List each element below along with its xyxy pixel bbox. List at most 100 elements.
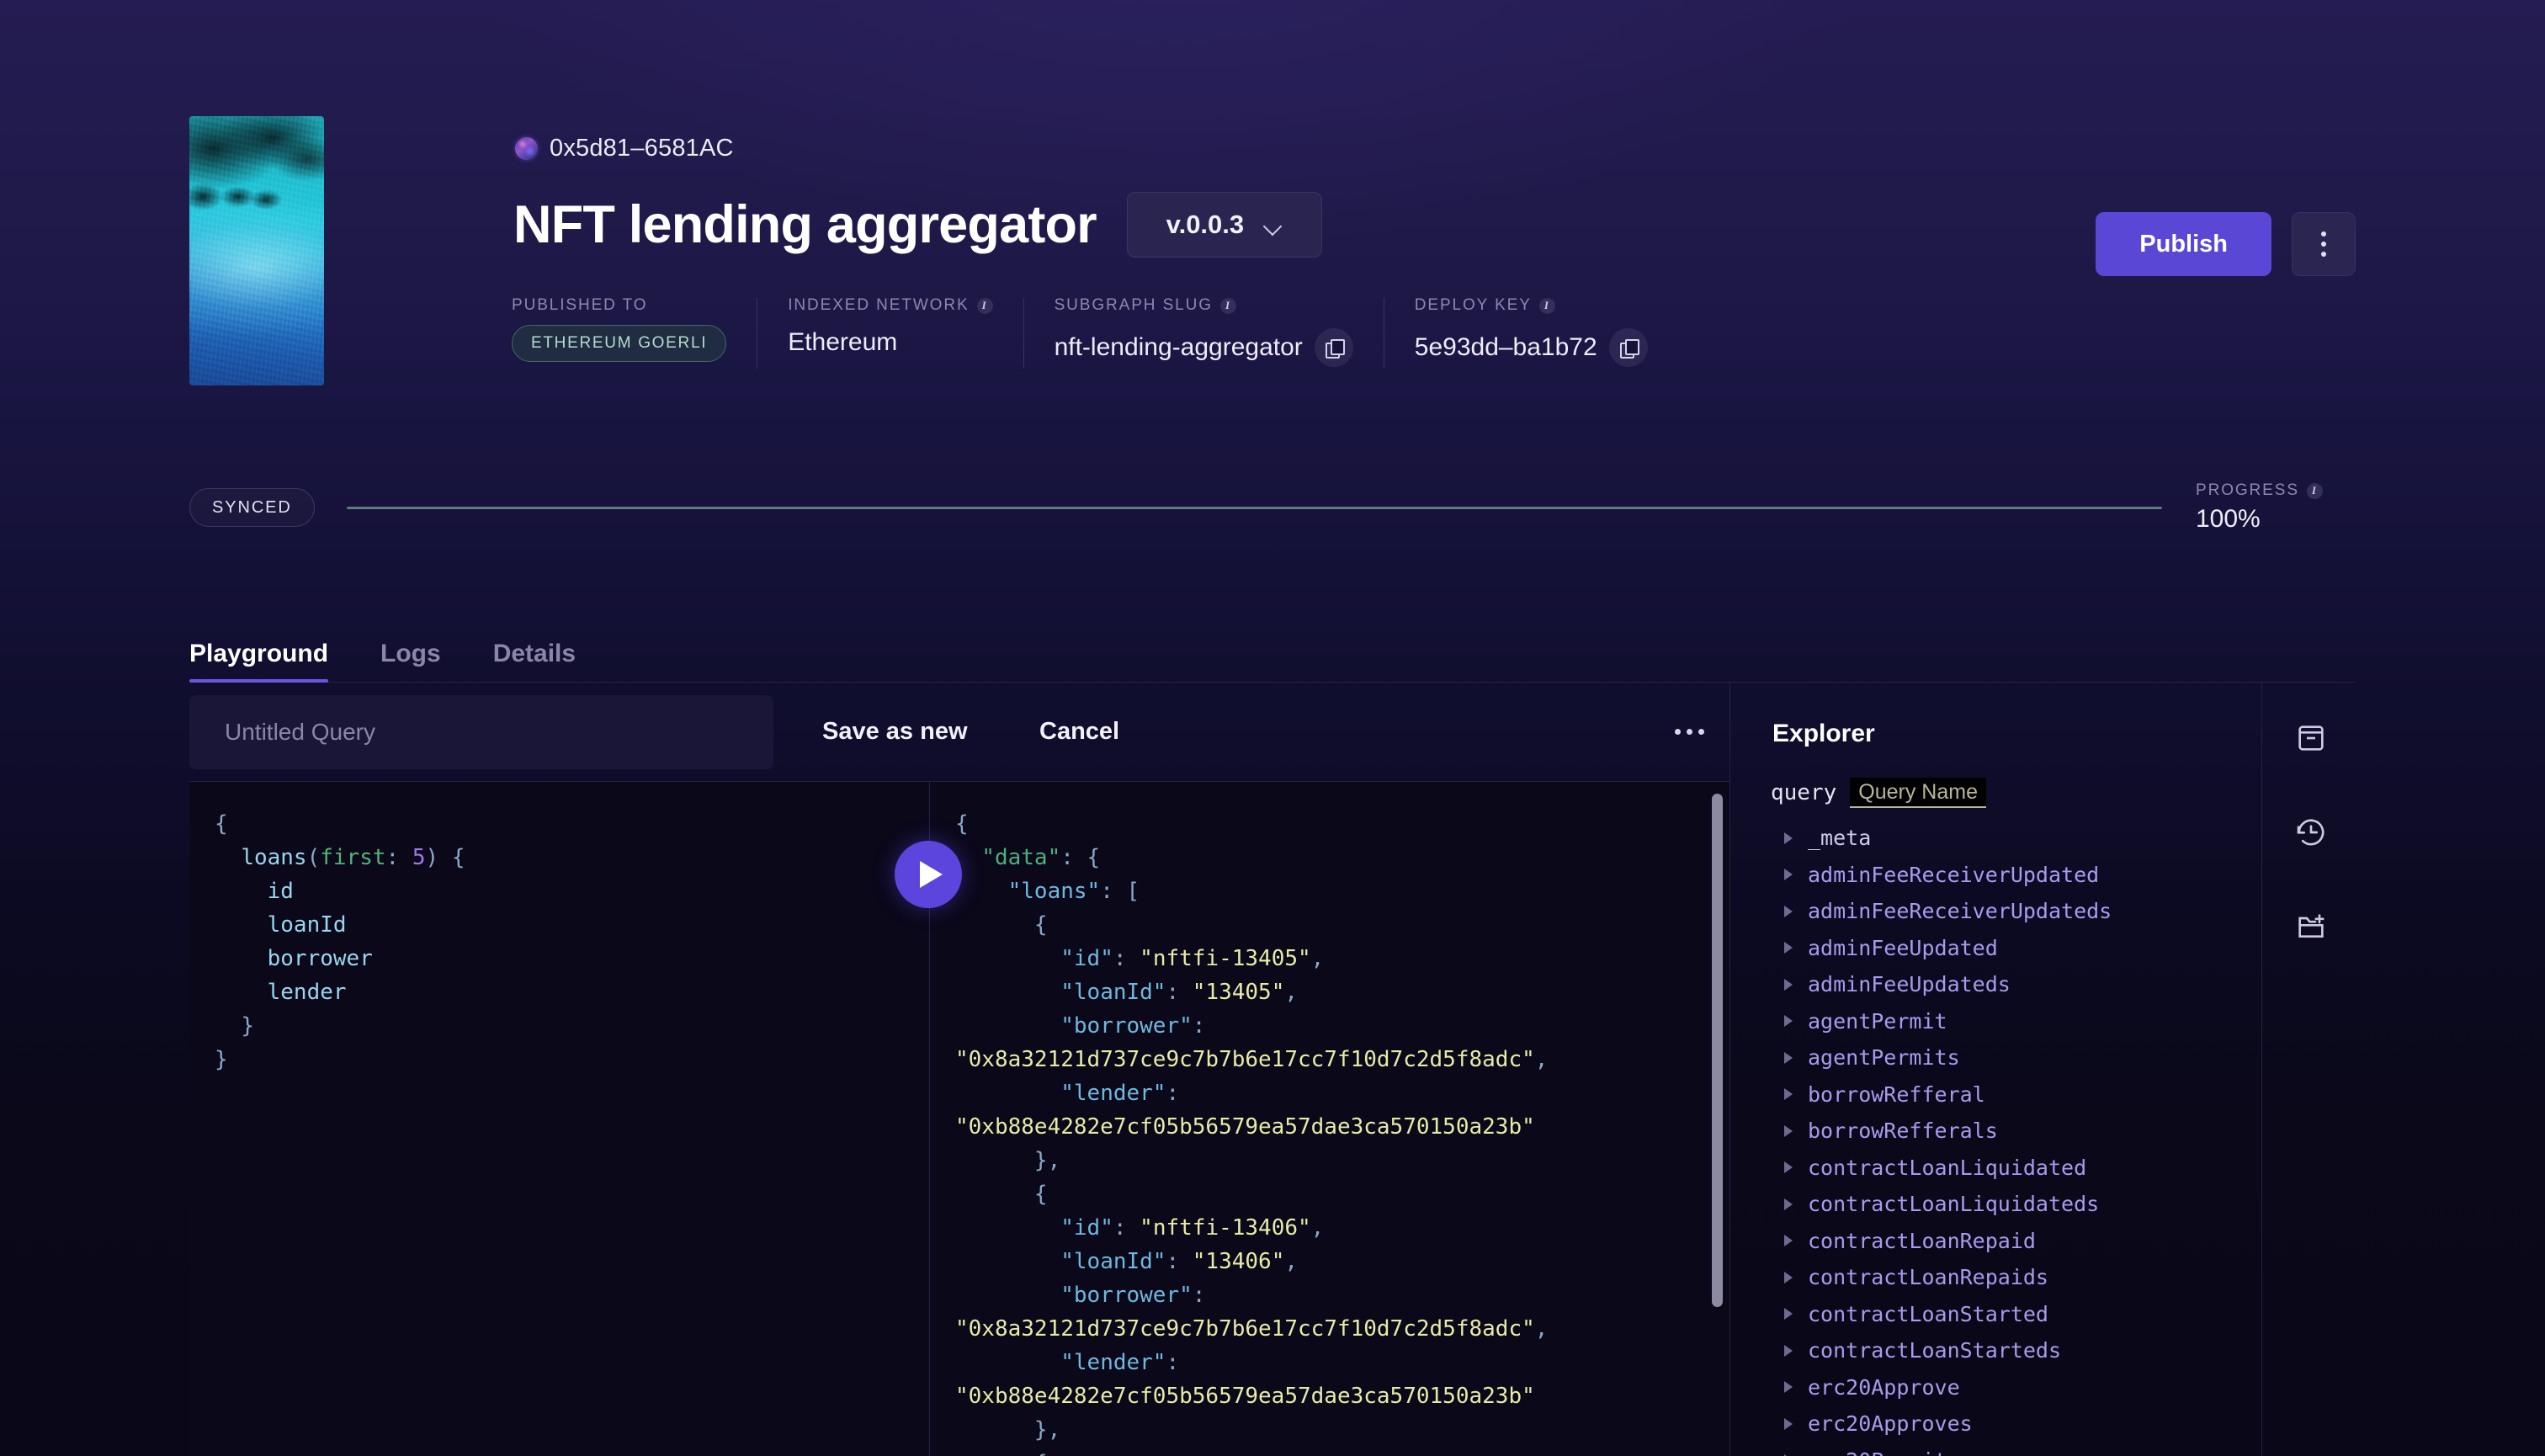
json-token: :: [1100, 879, 1127, 904]
json-token: }: [1033, 1417, 1048, 1443]
explorer-item-borrowRefferal[interactable]: borrowRefferal: [1771, 1076, 2261, 1113]
explorer-item-label: adminFeeReceiverUpdateds: [1808, 899, 2112, 924]
editor-split: { loans(first: 5) { id loanId borrower l…: [189, 782, 1729, 1456]
explorer-item-label: adminFeeReceiverUpdated: [1808, 862, 2100, 887]
docs-icon[interactable]: [2294, 721, 2328, 755]
results-scrollbar[interactable]: [1712, 794, 1723, 1307]
explorer-item-adminFeeUpdated[interactable]: adminFeeUpdated: [1771, 930, 2261, 967]
thumbnail-artwork: [189, 116, 324, 385]
explorer-panel: Explorer query Query Name _meta adminFeeR…: [1729, 683, 2261, 1456]
json-token: ,: [1534, 1047, 1549, 1072]
explorer-item-label: agentPermit: [1808, 1008, 1947, 1034]
save-as-new-button[interactable]: Save as new: [822, 718, 968, 746]
explorer-item-label: erc20Permit: [1808, 1448, 1947, 1456]
explorer-item-contractLoanLiquidated[interactable]: contractLoanLiquidated: [1771, 1150, 2261, 1187]
chevron-right-icon: [1784, 1271, 1793, 1283]
json-token: "loanId": [1060, 1249, 1166, 1274]
explorer-item-meta[interactable]: _meta: [1771, 820, 2261, 857]
meta-label: PUBLISHED TO: [512, 296, 726, 315]
history-icon[interactable]: [2294, 816, 2328, 849]
json-token: ,: [1047, 1148, 1061, 1173]
json-token: ,: [1534, 1316, 1549, 1342]
json-token: "loanId": [1060, 980, 1166, 1005]
json-token: ,: [1284, 1249, 1299, 1274]
query-name-input[interactable]: [189, 695, 773, 769]
explorer-item-contractLoanLiquidateds[interactable]: contractLoanLiquidateds: [1771, 1186, 2261, 1223]
explorer-item-label: contractLoanStarted: [1808, 1301, 2048, 1326]
workspace: Save as new Cancel { loans(first: 5) { i…: [189, 683, 2356, 1456]
explorer-item-label: _meta: [1808, 826, 1872, 851]
json-token: :: [1060, 845, 1087, 870]
explorer-item-label: agentPermits: [1808, 1045, 1960, 1071]
header-more-button[interactable]: [2292, 212, 2356, 276]
chevron-right-icon: [1784, 942, 1793, 954]
chevron-right-icon: [1784, 832, 1793, 844]
version-dropdown[interactable]: v.0.0.3: [1126, 192, 1322, 258]
json-token: {: [1033, 1182, 1048, 1207]
json-token: ,: [1310, 1215, 1325, 1241]
explorer-item-agentPermits[interactable]: agentPermits: [1771, 1039, 2261, 1076]
json-token: "borrower": [1060, 1013, 1193, 1039]
title-row: NFT lending aggregator v.0.0.3: [513, 192, 1322, 258]
icon-rail: [2261, 683, 2356, 1456]
explorer-item-adminFeeUpdateds[interactable]: adminFeeUpdateds: [1771, 966, 2261, 1003]
explorer-item-erc20Approves[interactable]: erc20Approves: [1771, 1406, 2261, 1443]
json-token: "0xb88e4282e7cf05b56579ea57dae3ca570150a…: [955, 1114, 1535, 1140]
ellipsis-dot: [1687, 729, 1692, 735]
json-token: "13405": [1192, 980, 1285, 1005]
cancel-button[interactable]: Cancel: [1039, 718, 1119, 746]
explorer-query-line: query Query Name: [1771, 778, 1986, 808]
run-query-button[interactable]: [895, 841, 962, 908]
ellipsis-dot: [1675, 729, 1681, 735]
progress-bar-fill: [346, 506, 2162, 509]
kebab-dot: [2321, 231, 2326, 236]
explorer-item-adminFeeReceiverUpdateds[interactable]: adminFeeReceiverUpdateds: [1771, 893, 2261, 930]
explorer-item-contractLoanRepaid[interactable]: contractLoanRepaid: [1771, 1223, 2261, 1260]
explorer-item-label: borrowRefferal: [1808, 1081, 1985, 1107]
chevron-right-icon: [1784, 1088, 1793, 1101]
info-icon[interactable]: i: [976, 297, 993, 314]
query-code[interactable]: { loans(first: 5) { id loanId borrower l…: [189, 782, 929, 1076]
copy-button[interactable]: [1608, 328, 1648, 367]
explorer-item-agentPermit[interactable]: agentPermit: [1771, 1003, 2261, 1040]
metadata-row: PUBLISHED TO ETHEREUM GOERLI INDEXED NETWO…: [512, 296, 1678, 374]
tab-logs[interactable]: Logs: [380, 640, 441, 682]
explorer-item-label: contractLoanRepaid: [1808, 1228, 2036, 1253]
explorer-item-erc20Permit[interactable]: erc20Permit: [1771, 1443, 2261, 1456]
page-title: NFT lending aggregator: [513, 194, 1097, 254]
explorer-item-contractLoanStarteds[interactable]: contractLoanStarteds: [1771, 1332, 2261, 1369]
version-label: v.0.0.3: [1166, 210, 1245, 239]
chevron-right-icon: [1784, 1381, 1793, 1394]
explorer-item-borrowRefferals[interactable]: borrowRefferals: [1771, 1113, 2261, 1150]
explorer-item-contractLoanStarted[interactable]: contractLoanStarted: [1771, 1296, 2261, 1333]
kebab-dot: [2321, 252, 2326, 257]
explorer-field-list: _meta adminFeeReceiverUpdated adminFeeRece…: [1771, 820, 2261, 1456]
meta-cell: SUBGRAPH SLUG i nft-lending-aggregator: [1024, 296, 1384, 374]
json-token: ,: [1047, 1417, 1061, 1443]
info-icon[interactable]: i: [1219, 297, 1236, 314]
ellipsis-horizontal-icon[interactable]: [1675, 729, 1704, 735]
explorer-title: Explorer: [1772, 720, 1875, 747]
json-token: :: [1166, 1081, 1193, 1106]
explorer-item-label: contractLoanLiquidateds: [1808, 1192, 2100, 1217]
publish-button[interactable]: Publish: [2096, 212, 2271, 276]
info-icon[interactable]: i: [1538, 297, 1555, 314]
tab-details[interactable]: Details: [493, 640, 576, 682]
page-root: 0x5d81–6581AC NFT lending aggregator v.0…: [0, 0, 2545, 1456]
json-token: {: [1033, 912, 1048, 938]
graphql-editor[interactable]: { loans(first: 5) { id loanId borrower l…: [189, 782, 930, 1456]
tab-playground[interactable]: Playground: [189, 640, 329, 683]
info-icon[interactable]: i: [2306, 482, 2323, 499]
owner-address[interactable]: 0x5d81–6581AC: [550, 135, 734, 162]
explorer-item-adminFeeReceiverUpdated[interactable]: adminFeeReceiverUpdated: [1771, 857, 2261, 894]
copy-button[interactable]: [1314, 328, 1353, 367]
query-name-chip[interactable]: Query Name: [1850, 778, 1986, 808]
chevron-right-icon: [1784, 869, 1793, 881]
explorer-item-contractLoanRepaids[interactable]: contractLoanRepaids: [1771, 1259, 2261, 1296]
meta-cell: DEPLOY KEY i 5e93dd–ba1b72: [1384, 296, 1678, 374]
explorer-item-erc20Approve[interactable]: erc20Approve: [1771, 1369, 2261, 1406]
play-icon: [920, 861, 943, 888]
json-token: {: [955, 811, 969, 837]
ellipsis-dot: [1698, 729, 1704, 735]
new-file-icon[interactable]: [2294, 910, 2328, 943]
